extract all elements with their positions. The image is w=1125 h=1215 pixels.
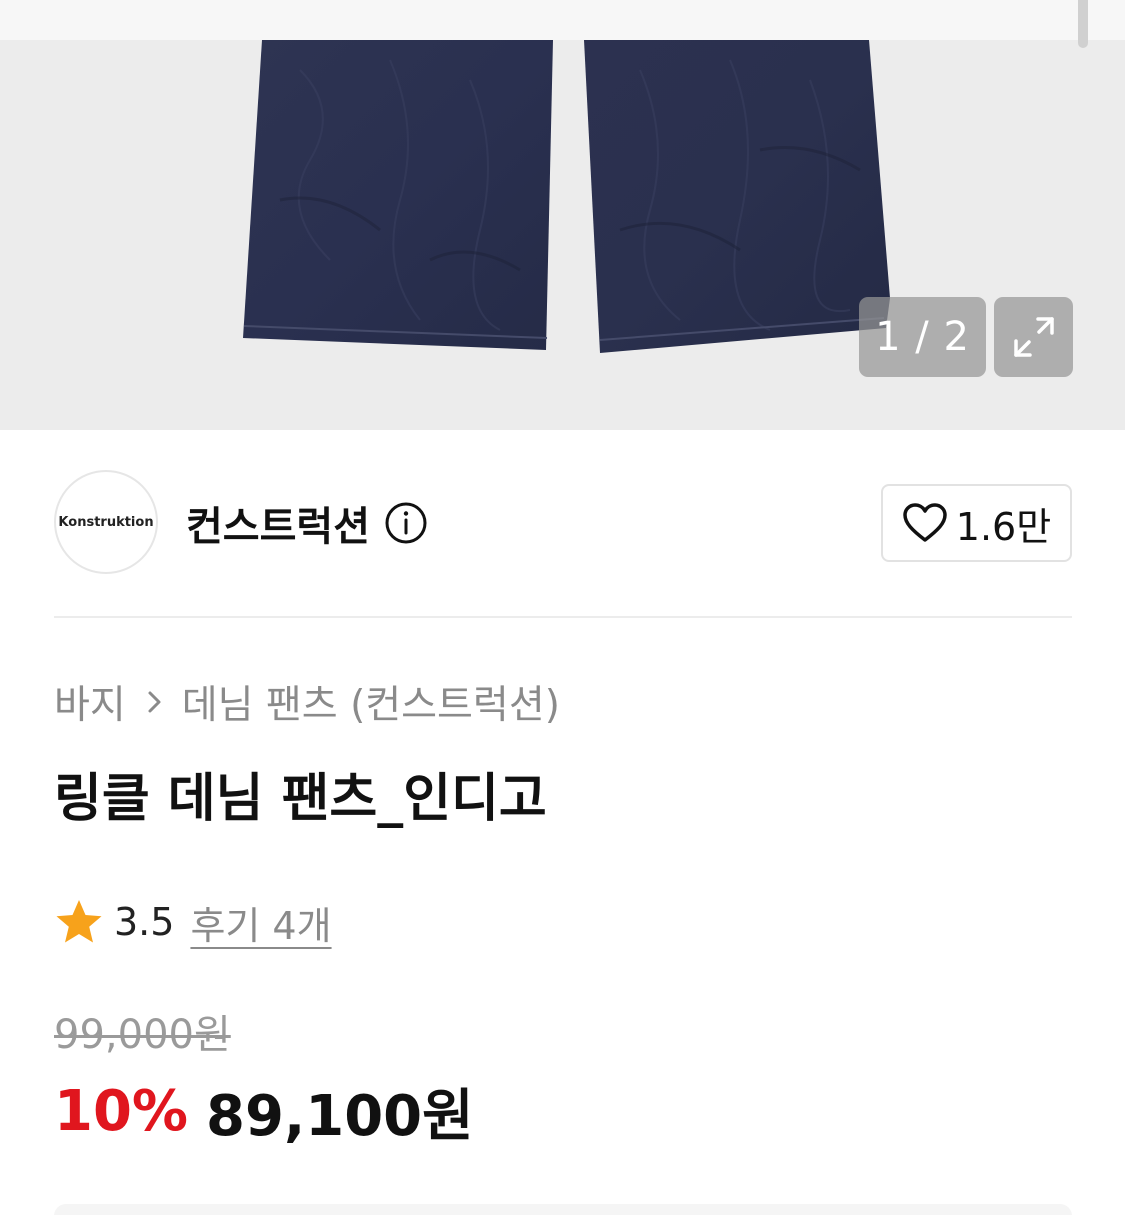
star-icon (54, 898, 104, 946)
breadcrumb: 바지 데님 팬츠 (컨스트럭션) (54, 674, 560, 730)
product-title: 링클 데님 팬츠_인디고 (54, 769, 547, 829)
breadcrumb-subcategory[interactable]: 데님 팬츠 (컨스트럭션) (182, 674, 560, 730)
expand-image-button[interactable] (994, 297, 1073, 377)
like-count: 1.6만 (955, 504, 1052, 549)
next-section-panel (54, 1204, 1072, 1215)
rating-value: 3.5 (114, 900, 175, 944)
original-price: 99,000원 (54, 1012, 231, 1058)
product-image-gallery[interactable]: 1 / 2 (0, 0, 1125, 430)
brand-logo[interactable]: Konstruktion (54, 470, 158, 574)
price-row: 10% 89,100원 (54, 1074, 474, 1149)
brand-name: 컨스트럭션 (186, 504, 370, 550)
expand-icon (1008, 311, 1060, 363)
breadcrumb-category[interactable]: 바지 (54, 674, 126, 730)
info-icon[interactable] (384, 501, 428, 545)
chevron-right-icon (146, 688, 164, 716)
heart-icon (902, 502, 948, 544)
product-detail-page: 1 / 2 Konstruktion 컨스트럭션 1.6만 바지 데님 팬츠 (… (0, 0, 1125, 1215)
review-count-link[interactable]: 후기 4개 (190, 895, 331, 950)
final-price: 89,100원 (206, 1083, 474, 1149)
discount-rate: 10% (54, 1078, 189, 1144)
like-button[interactable]: 1.6만 (881, 484, 1072, 562)
scrollbar[interactable] (1078, 0, 1088, 48)
gallery-top-bar (0, 0, 1125, 40)
rating-row: 3.5 후기 4개 (54, 894, 332, 950)
brand-link[interactable]: 컨스트럭션 (186, 494, 428, 552)
image-counter: 1 / 2 (859, 297, 986, 377)
divider (54, 616, 1072, 618)
